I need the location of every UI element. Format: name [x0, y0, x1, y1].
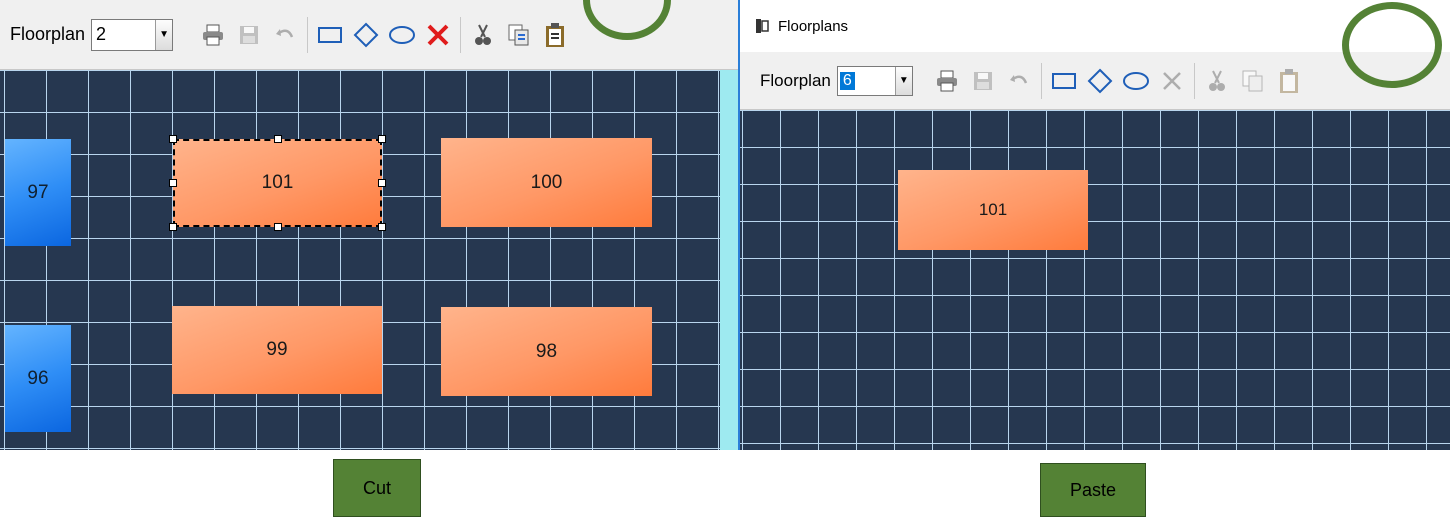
floorplan-select-value: 6: [839, 71, 855, 90]
room-label: 96: [27, 367, 49, 389]
left-floorplan-panel: Floorplan 2 ▼ 97 101 100 96 99 98: [0, 0, 738, 450]
toolbar-separator: [1193, 62, 1195, 99]
chevron-down-icon[interactable]: ▼: [894, 66, 912, 95]
save-icon[interactable]: [231, 17, 267, 53]
room-label: 101: [261, 172, 294, 193]
resize-handle[interactable]: [378, 223, 386, 231]
floorplan-canvas[interactable]: 97 101 100 96 99 98: [0, 70, 720, 450]
room-101-selected[interactable]: 101: [169, 135, 386, 231]
undo-icon[interactable]: [1001, 63, 1037, 99]
room-101-pasted[interactable]: 101: [898, 170, 1088, 250]
caption-paste-text: Paste: [1069, 479, 1117, 500]
floorplans-window: Floorplans Floorplan 6 ▼ 101: [738, 0, 1450, 450]
window-edge-strip: [720, 70, 738, 450]
cut-icon[interactable]: [465, 17, 501, 53]
rectangle-icon[interactable]: [1046, 63, 1082, 99]
diamond-icon[interactable]: [348, 17, 384, 53]
caption-paste: Paste: [1040, 463, 1146, 517]
room-99[interactable]: 99: [172, 306, 382, 394]
floorplan-app-icon: [754, 18, 770, 34]
paste-icon[interactable]: [1271, 63, 1307, 99]
room-98[interactable]: 98: [441, 307, 652, 396]
toolbar-separator: [1040, 62, 1042, 99]
room-label: 100: [530, 171, 563, 193]
floorplan-canvas[interactable]: 101: [740, 110, 1450, 450]
chevron-down-icon[interactable]: ▼: [155, 19, 173, 50]
floorplan-select[interactable]: 2 ▼: [91, 18, 174, 51]
resize-handle[interactable]: [169, 179, 177, 187]
resize-handle[interactable]: [169, 135, 177, 143]
copy-icon[interactable]: [1235, 63, 1271, 99]
rectangle-icon[interactable]: [312, 17, 348, 53]
delete-icon[interactable]: [420, 17, 456, 53]
resize-handle[interactable]: [274, 135, 282, 143]
room-label: 98: [535, 340, 558, 362]
resize-handle[interactable]: [378, 179, 386, 187]
delete-icon[interactable]: [1154, 63, 1190, 99]
resize-handle[interactable]: [169, 223, 177, 231]
printer-icon[interactable]: [195, 17, 231, 53]
window-title: Floorplans: [778, 17, 849, 35]
floorplan-select[interactable]: 6 ▼: [836, 65, 913, 96]
room-label: 99: [266, 339, 288, 360]
paste-icon[interactable]: [537, 17, 573, 53]
resize-handle[interactable]: [274, 223, 282, 231]
floorplan-label: Floorplan: [760, 70, 831, 90]
ellipse-icon[interactable]: [384, 17, 420, 53]
room-label: 101: [978, 200, 1008, 219]
cut-icon[interactable]: [1199, 63, 1235, 99]
toolbar-separator: [460, 16, 462, 53]
highlight-circle-paste: [1342, 2, 1442, 88]
caption-cut: Cut: [333, 459, 421, 517]
resize-handle[interactable]: [378, 135, 386, 143]
room-97[interactable]: 97: [5, 139, 71, 246]
floorplan-label: Floorplan: [10, 24, 86, 44]
printer-icon[interactable]: [929, 63, 965, 99]
caption-cut-text: Cut: [362, 477, 391, 498]
floorplan-select-value: 2: [96, 24, 107, 44]
undo-icon[interactable]: [267, 17, 303, 53]
toolbar-separator: [307, 16, 309, 53]
room-label: 97: [27, 181, 49, 203]
right-toolbar: Floorplan 6 ▼: [740, 52, 1450, 110]
room-100[interactable]: 100: [441, 138, 652, 227]
copy-icon[interactable]: [501, 17, 537, 53]
ellipse-icon[interactable]: [1118, 63, 1154, 99]
diamond-icon[interactable]: [1082, 63, 1118, 99]
room-96[interactable]: 96: [5, 325, 71, 432]
save-icon[interactable]: [965, 63, 1001, 99]
